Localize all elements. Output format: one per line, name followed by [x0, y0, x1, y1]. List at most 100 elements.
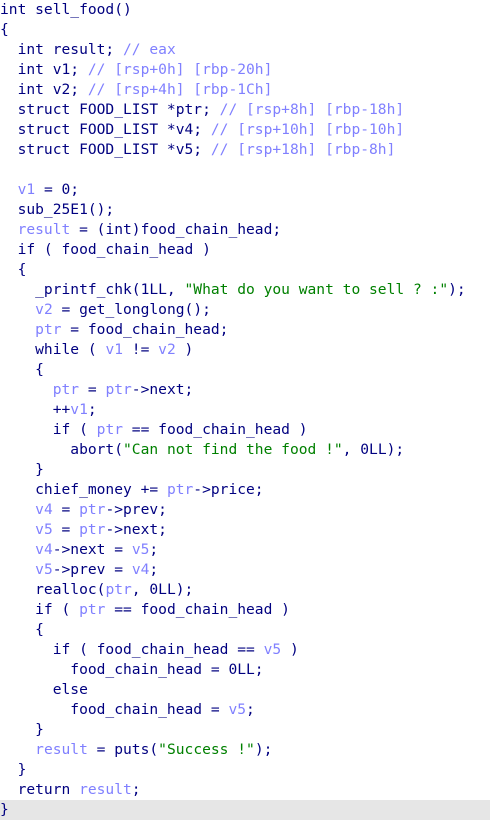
code-token[interactable]: = — [53, 521, 79, 538]
code-token[interactable]: struct FOOD_LIST *v4; — [0, 121, 211, 138]
local-variable-token[interactable]: ptr — [97, 421, 123, 438]
code-line[interactable]: v1 = 0; — [0, 180, 490, 200]
code-line[interactable]: result = puts("Success !"); — [0, 740, 490, 760]
code-line[interactable]: v5->prev = v4; — [0, 560, 490, 580]
code-token[interactable] — [0, 541, 35, 558]
local-variable-token[interactable]: ptr — [79, 521, 105, 538]
code-line[interactable]: ptr = ptr->next; — [0, 380, 490, 400]
code-token[interactable]: ; — [149, 561, 158, 578]
code-token[interactable]: ->next; — [105, 521, 167, 538]
local-variable-token[interactable]: v1 — [70, 401, 88, 418]
code-line[interactable]: v4 = ptr->prev; — [0, 500, 490, 520]
code-token[interactable]: food_chain_head = 0LL; — [0, 661, 263, 678]
local-variable-token[interactable]: v5 — [35, 521, 53, 538]
code-line[interactable]: } — [0, 460, 490, 480]
code-line[interactable]: result = (int)food_chain_head; — [0, 220, 490, 240]
local-variable-token[interactable]: result — [35, 741, 88, 758]
local-variable-token[interactable]: result — [79, 781, 132, 798]
local-variable-token[interactable]: ptr — [105, 381, 131, 398]
local-variable-token[interactable]: v5 — [228, 701, 246, 718]
local-variable-token[interactable]: v2 — [158, 341, 176, 358]
code-token[interactable]: } — [0, 461, 44, 478]
code-line[interactable]: v4->next = v5; — [0, 540, 490, 560]
string-literal-token[interactable]: "Success !" — [158, 741, 255, 758]
code-token[interactable]: ) — [281, 641, 299, 658]
code-token[interactable]: , 0LL); — [343, 441, 405, 458]
code-token[interactable]: ->prev = — [53, 561, 132, 578]
code-token[interactable]: ; — [149, 541, 158, 558]
code-line[interactable]: struct FOOD_LIST *ptr; // [rsp+8h] [rbp-… — [0, 100, 490, 120]
local-variable-token[interactable]: v2 — [35, 301, 53, 318]
code-line[interactable]: ptr = food_chain_head; — [0, 320, 490, 340]
code-line[interactable]: { — [0, 620, 490, 640]
code-line[interactable]: int v2; // [rsp+4h] [rbp-1Ch] — [0, 80, 490, 100]
code-token[interactable]: ; — [88, 401, 97, 418]
code-token[interactable] — [0, 381, 53, 398]
comment-token[interactable]: // [rsp+10h] [rbp-10h] — [211, 121, 404, 138]
code-token[interactable]: while ( — [0, 341, 105, 358]
local-variable-token[interactable]: ptr — [79, 501, 105, 518]
code-line[interactable]: int sell_food() — [0, 0, 490, 20]
code-line[interactable]: chief_money += ptr->price; — [0, 480, 490, 500]
code-token[interactable]: int sell_food() — [0, 1, 132, 18]
code-line[interactable]: { — [0, 360, 490, 380]
code-line[interactable]: } — [0, 760, 490, 780]
local-variable-token[interactable]: ptr — [105, 581, 131, 598]
code-token[interactable] — [0, 221, 18, 238]
code-token[interactable]: ); — [255, 741, 273, 758]
code-token[interactable] — [0, 501, 35, 518]
code-token[interactable]: } — [0, 761, 27, 778]
code-token[interactable]: sub_25E1(); — [0, 201, 115, 218]
code-token[interactable]: food_chain_head = — [0, 701, 228, 718]
code-token[interactable] — [0, 301, 35, 318]
code-line-current[interactable]: } — [0, 800, 490, 820]
code-line[interactable]: _printf_chk(1LL, "What do you want to se… — [0, 280, 490, 300]
local-variable-token[interactable]: ptr — [35, 321, 61, 338]
code-token[interactable]: ; — [246, 701, 255, 718]
code-token[interactable]: else — [0, 681, 88, 698]
code-token[interactable]: == food_chain_head ) — [123, 421, 308, 438]
code-token[interactable]: { — [0, 361, 44, 378]
code-line[interactable]: if ( food_chain_head == v5 ) — [0, 640, 490, 660]
code-token[interactable]: if ( food_chain_head ) — [0, 241, 211, 258]
local-variable-token[interactable]: ptr — [79, 601, 105, 618]
code-line[interactable]: return result; — [0, 780, 490, 800]
pseudocode-view[interactable]: int sell_food() { int result; // eax int … — [0, 0, 490, 821]
code-token[interactable]: abort( — [0, 441, 123, 458]
code-token[interactable]: = puts( — [88, 741, 159, 758]
code-token[interactable]: chief_money += — [0, 481, 167, 498]
code-token[interactable] — [0, 741, 35, 758]
code-token[interactable]: = get_longlong(); — [53, 301, 211, 318]
local-variable-token[interactable]: ptr — [53, 381, 79, 398]
code-token[interactable]: struct FOOD_LIST *ptr; — [0, 101, 220, 118]
comment-token[interactable]: // [rsp+18h] [rbp-8h] — [211, 141, 396, 158]
code-token[interactable]: realloc( — [0, 581, 105, 598]
code-token[interactable]: ->prev; — [105, 501, 167, 518]
code-token[interactable]: } — [0, 801, 9, 818]
comment-token[interactable]: // [rsp+4h] [rbp-1Ch] — [88, 81, 273, 98]
code-line[interactable]: struct FOOD_LIST *v4; // [rsp+10h] [rbp-… — [0, 120, 490, 140]
local-variable-token[interactable]: v4 — [35, 541, 53, 558]
code-line[interactable]: if ( ptr == food_chain_head ) — [0, 600, 490, 620]
code-token[interactable]: ->price; — [193, 481, 263, 498]
code-token[interactable]: == food_chain_head ) — [105, 601, 290, 618]
code-line[interactable]: realloc(ptr, 0LL); — [0, 580, 490, 600]
code-line[interactable] — [0, 160, 490, 180]
code-token[interactable]: struct FOOD_LIST *v5; — [0, 141, 211, 158]
code-token[interactable] — [0, 561, 35, 578]
code-token[interactable]: = — [79, 381, 105, 398]
code-token[interactable]: int v1; — [0, 61, 88, 78]
code-token[interactable]: } — [0, 721, 44, 738]
code-line[interactable]: int result; // eax — [0, 40, 490, 60]
code-line[interactable]: abort("Can not find the food !", 0LL); — [0, 440, 490, 460]
code-token[interactable]: return — [0, 781, 79, 798]
code-token[interactable]: { — [0, 261, 27, 278]
code-token[interactable]: = 0; — [35, 181, 79, 198]
local-variable-token[interactable]: v1 — [105, 341, 123, 358]
code-token[interactable]: { — [0, 621, 44, 638]
local-variable-token[interactable]: v4 — [132, 561, 150, 578]
local-variable-token[interactable]: v4 — [35, 501, 53, 518]
code-token[interactable]: int v2; — [0, 81, 88, 98]
code-token[interactable]: ->next = — [53, 541, 132, 558]
code-token[interactable]: if ( — [0, 601, 79, 618]
